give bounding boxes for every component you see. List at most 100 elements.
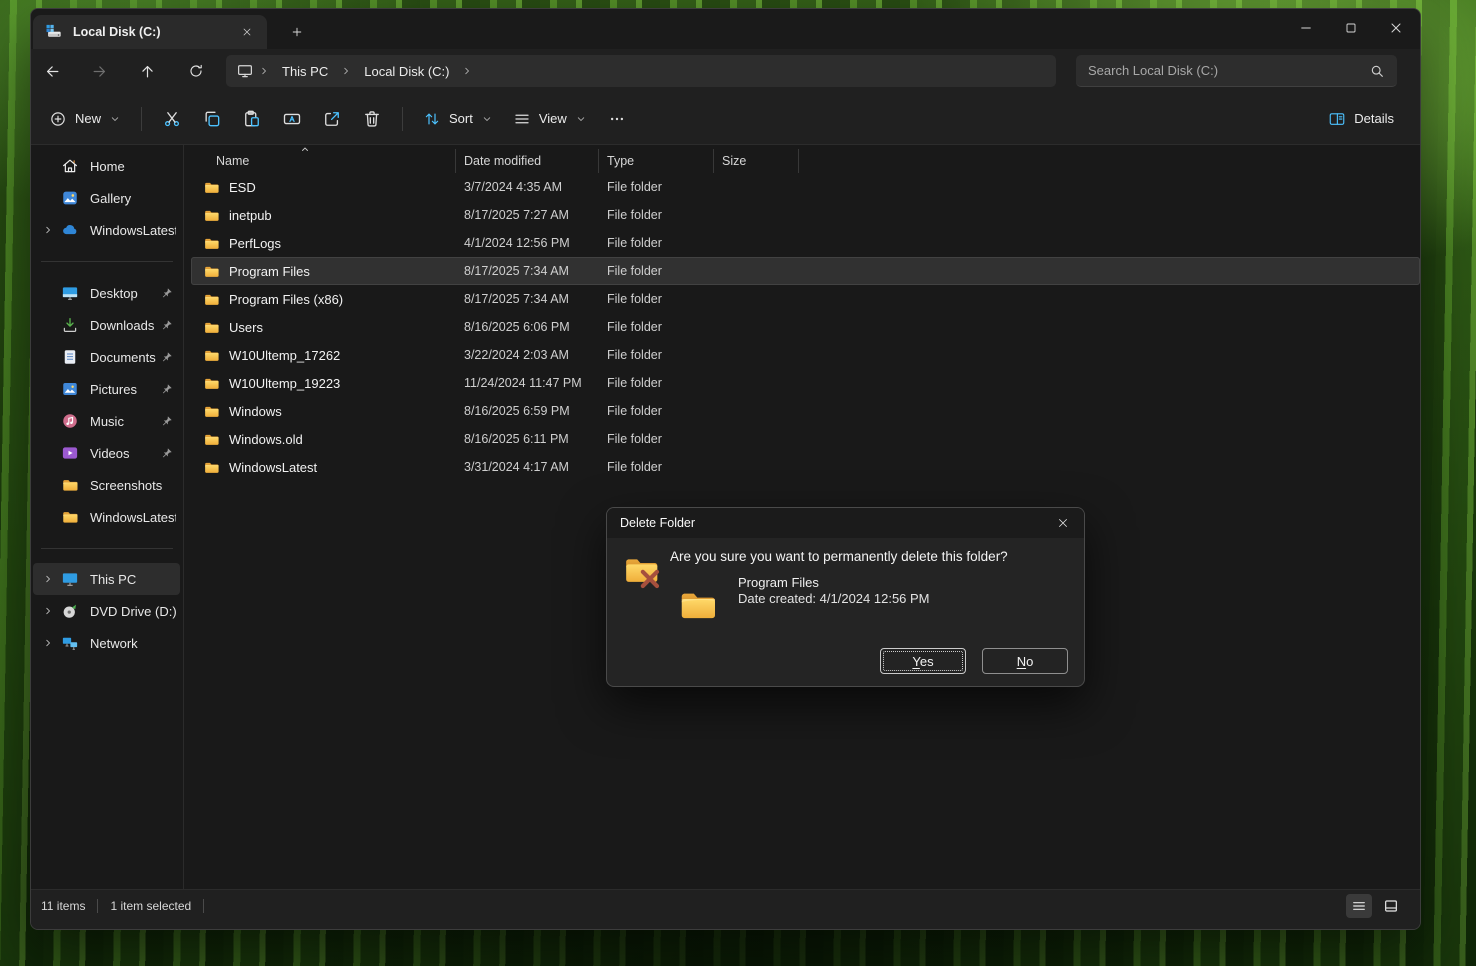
view-lines-icon [513,110,531,128]
sidebar-item-windowslatest[interactable]: WindowsLatest [33,501,180,533]
sidebar-item-documents[interactable]: Documents [33,341,180,373]
dialog-buttons: Yes No [880,648,1068,674]
sidebar-item-gallery[interactable]: Gallery [33,182,180,214]
share-icon [322,109,342,129]
new-button[interactable]: New [39,103,131,135]
back-button[interactable] [36,55,68,87]
chevron-right-icon[interactable] [39,605,57,617]
sidebar-item-desktop[interactable]: Desktop [33,277,180,309]
folder-icon [203,459,220,476]
more-options-button[interactable] [597,102,637,136]
column-header-name[interactable]: Name [191,149,456,173]
column-header-date-modified[interactable]: Date modified [456,149,599,173]
sidebar-item-pictures[interactable]: Pictures [33,373,180,405]
command-bar: New Sort View Details [31,93,1420,145]
refresh-button[interactable] [180,55,212,87]
new-label: New [75,111,101,126]
table-row[interactable]: Windows 8/16/2025 6:59 PM File folder [191,397,1420,425]
minimize-button[interactable] [1283,9,1328,47]
sort-button[interactable]: Sort [413,103,503,135]
sidebar-item-this-pc[interactable]: This PC [33,563,180,595]
folder-icon [203,431,220,448]
delete-button[interactable] [352,102,392,136]
home-icon [61,157,79,175]
items-count: 11 items [41,899,85,913]
pin-icon [160,286,174,300]
sidebar-item-network[interactable]: Network [33,627,180,659]
cut-button[interactable] [152,102,192,136]
chevron-down-icon [575,113,587,125]
address-bar[interactable]: This PC Local Disk (C:) [226,55,1056,87]
close-icon [1388,20,1404,36]
folder-icon [203,291,220,308]
view-button[interactable]: View [503,103,597,135]
breadcrumb-this-pc[interactable]: This PC [274,61,336,82]
new-tab-button[interactable] [283,18,311,46]
dialog-message: Are you sure you want to permanently del… [670,549,1008,564]
sidebar-item-dvd-drive[interactable]: DVD Drive (D:) CCC [33,595,180,627]
copy-icon [202,109,222,129]
sort-ascending-caret-icon [299,143,311,155]
details-view-button[interactable] [1346,894,1372,918]
paste-icon [242,109,262,129]
sidebar-item-screenshots[interactable]: Screenshots [33,469,180,501]
pin-icon [160,350,174,364]
forward-button[interactable] [83,55,115,87]
status-divider [203,899,204,913]
chevron-right-icon[interactable] [39,573,57,585]
explorer-tab[interactable]: Local Disk (C:) [33,15,267,49]
table-row[interactable]: Windows.old 8/16/2025 6:11 PM File folde… [191,425,1420,453]
yes-button[interactable]: Yes [880,648,966,674]
table-row[interactable]: PerfLogs 4/1/2024 12:56 PM File folder [191,229,1420,257]
chevron-right-icon[interactable] [39,224,57,236]
table-row[interactable]: W10Ultemp_19223 11/24/2024 11:47 PM File… [191,369,1420,397]
table-row[interactable]: ESD 3/7/2024 4:35 AM File folder [191,173,1420,201]
sidebar-item-videos[interactable]: Videos [33,437,180,469]
table-row[interactable]: Program Files (x86) 8/17/2025 7:34 AM Fi… [191,285,1420,313]
search-input[interactable]: Search Local Disk (C:) [1076,55,1397,87]
maximize-button[interactable] [1328,9,1373,47]
dialog-title-bar: Delete Folder [607,508,1084,538]
desktop-icon [61,284,79,302]
selection-count: 1 item selected [110,899,191,913]
table-row[interactable]: inetpub 8/17/2025 7:27 AM File folder [191,201,1420,229]
file-rows: ESD 3/7/2024 4:35 AM File folder inetpub… [191,173,1420,481]
details-pane-button[interactable]: Details [1318,103,1404,135]
rename-icon [282,109,302,129]
table-row[interactable]: Users 8/16/2025 6:06 PM File folder [191,313,1420,341]
window-controls [1283,9,1418,47]
ellipsis-icon [608,110,626,128]
toolbar-divider [402,107,403,131]
copy-button[interactable] [192,102,232,136]
network-icon [61,634,79,652]
column-header-size[interactable]: Size [714,149,799,173]
close-window-button[interactable] [1373,9,1418,47]
table-row-selected[interactable]: Program Files 8/17/2025 7:34 AM File fol… [191,257,1420,285]
toolbar-divider [141,107,142,131]
no-button[interactable]: No [982,648,1068,674]
tab-close-button[interactable] [235,20,259,44]
sidebar-divider [41,261,173,262]
rename-button[interactable] [272,102,312,136]
dialog-item-name: Program Files [738,575,819,590]
sidebar-item-home[interactable]: Home [33,150,180,182]
dialog-close-button[interactable] [1052,512,1074,534]
search-icon[interactable] [1369,63,1385,79]
large-icons-view-button[interactable] [1378,894,1404,918]
sidebar-item-downloads[interactable]: Downloads [33,309,180,341]
paste-button[interactable] [232,102,272,136]
folder-icon [61,508,79,526]
table-row[interactable]: WindowsLatest 3/31/2024 4:17 AM File fol… [191,453,1420,481]
folder-icon [203,179,220,196]
dvd-drive-icon [61,602,79,620]
share-button[interactable] [312,102,352,136]
column-header-type[interactable]: Type [599,149,714,173]
sidebar-item-onedrive[interactable]: WindowsLatest - Pe [33,214,180,246]
chevron-right-icon[interactable] [39,637,57,649]
table-row[interactable]: W10Ultemp_17262 3/22/2024 2:03 AM File f… [191,341,1420,369]
videos-icon [61,444,79,462]
breadcrumb-local-disk-c[interactable]: Local Disk (C:) [356,61,457,82]
sidebar-item-music[interactable]: Music [33,405,180,437]
breadcrumb-chevron-icon [461,65,473,77]
up-button[interactable] [131,55,163,87]
